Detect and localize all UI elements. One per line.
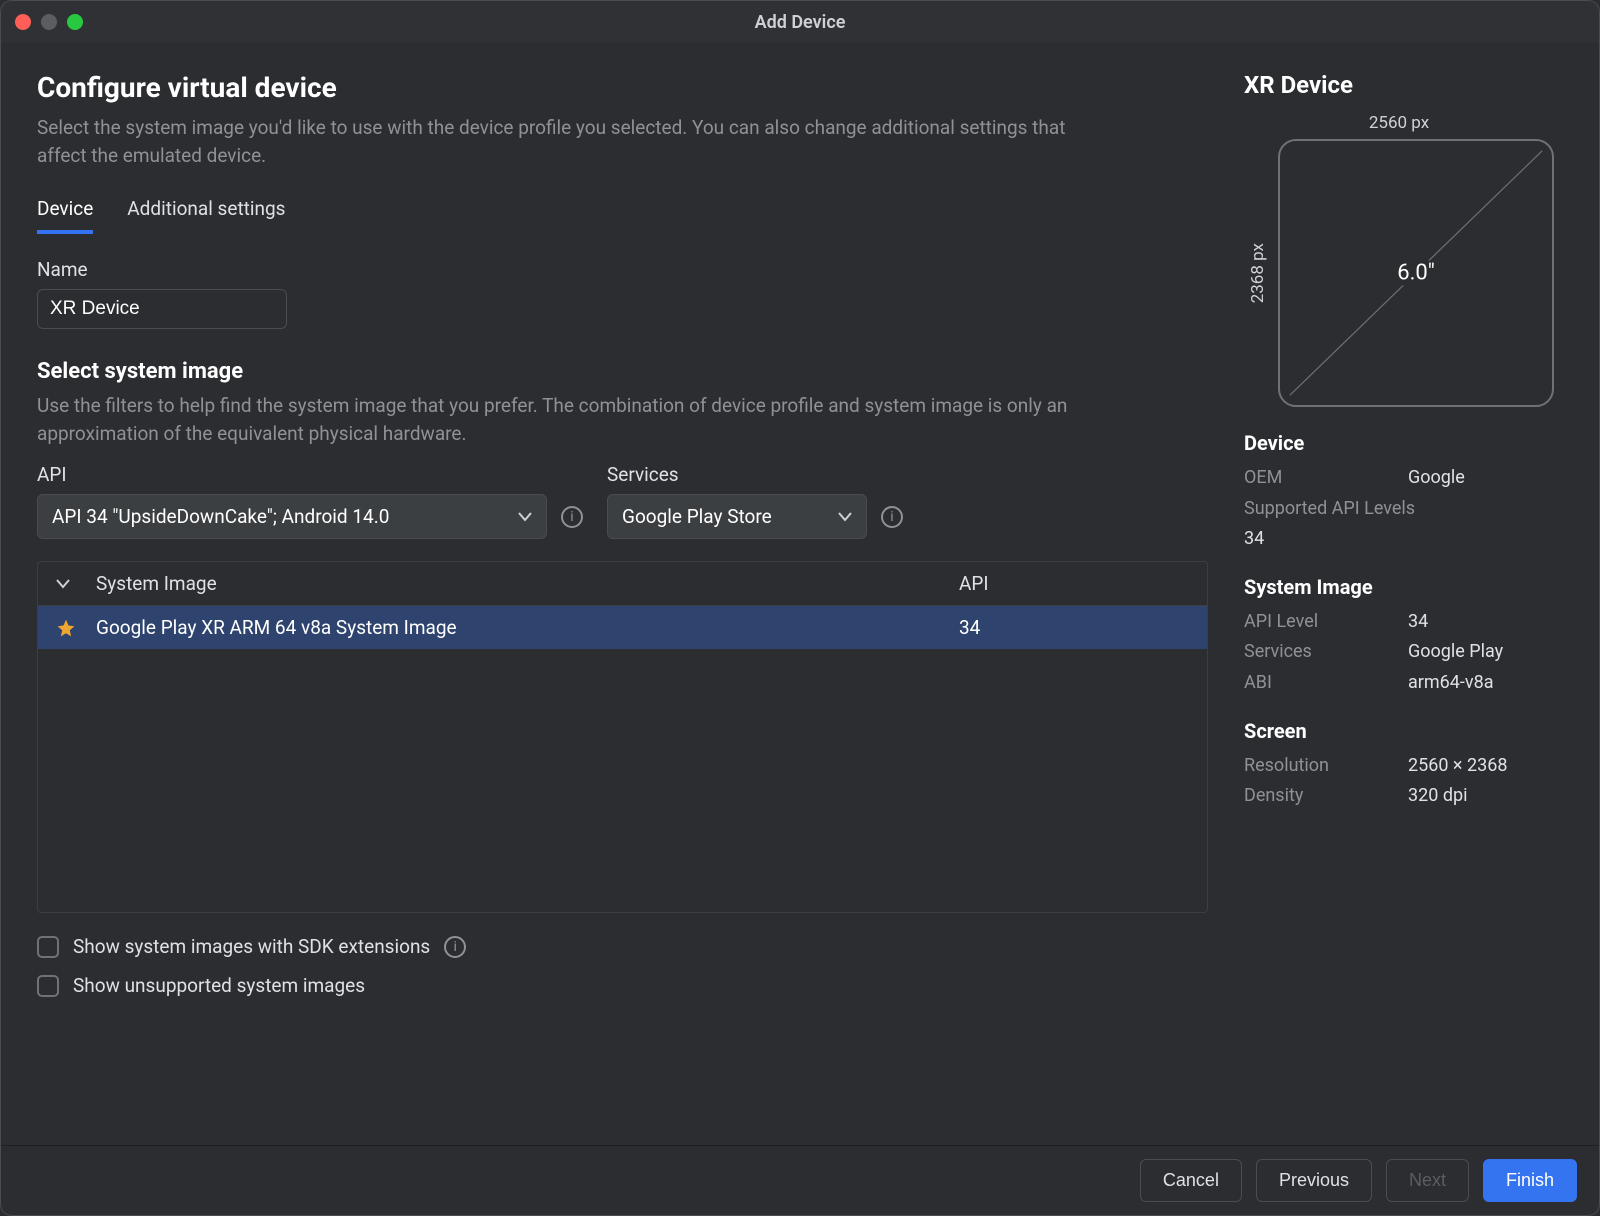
density-key: Density [1244, 781, 1408, 812]
services-key: Services [1244, 637, 1408, 668]
density-val: 320 dpi [1408, 781, 1467, 812]
sdk-extensions-row: Show system images with SDK extensions i [37, 935, 1208, 958]
filters-row: API API 34 "UpsideDownCake"; Android 14.… [37, 463, 1208, 539]
api-select[interactable]: API 34 "UpsideDownCake"; Android 14.0 [37, 494, 547, 539]
preview-height-label: 2368 px [1248, 243, 1268, 303]
show-sdk-extensions-checkbox[interactable] [37, 936, 59, 958]
chevron-down-icon [518, 512, 532, 522]
chevron-down-icon [838, 512, 852, 522]
table-header: System Image API [38, 562, 1207, 606]
device-heading: Device [1244, 431, 1567, 455]
expand-toggle[interactable] [56, 579, 96, 589]
chevron-down-icon [56, 579, 70, 589]
services-select[interactable]: Google Play Store [607, 494, 867, 539]
preview-width-label: 2560 px [1244, 113, 1554, 133]
resolution-key: Resolution [1244, 751, 1408, 782]
window-title: Add Device [1, 12, 1599, 33]
table-row[interactable]: Google Play XR ARM 64 v8a System Image 3… [38, 606, 1207, 649]
col-header-api[interactable]: API [959, 572, 1189, 595]
previous-button[interactable]: Previous [1256, 1159, 1372, 1202]
system-image-heading: System Image [1244, 575, 1567, 599]
api-select-value: API 34 "UpsideDownCake"; Android 14.0 [52, 505, 389, 528]
info-section: Device OEMGoogle Supported API Levels34 … [1244, 431, 1567, 812]
device-preview: 2560 px 2368 px 6.0" [1244, 113, 1554, 407]
show-unsupported-checkbox[interactable] [37, 975, 59, 997]
show-sdk-extensions-label: Show system images with SDK extensions [73, 935, 430, 958]
services-val: Google Play [1408, 637, 1503, 668]
body-area: Configure virtual device Select the syst… [1, 43, 1599, 1145]
preview-diagonal-label: 6.0" [1389, 261, 1443, 286]
row-name: Google Play XR ARM 64 v8a System Image [96, 616, 959, 639]
cancel-button[interactable]: Cancel [1140, 1159, 1242, 1202]
name-label: Name [37, 258, 1208, 281]
supported-api-key: Supported API Levels [1244, 494, 1567, 525]
tab-additional-settings[interactable]: Additional settings [127, 197, 285, 234]
api-filter-label: API [37, 463, 583, 486]
show-unsupported-label: Show unsupported system images [73, 974, 365, 997]
oem-val: Google [1408, 463, 1465, 494]
titlebar: Add Device [1, 1, 1599, 43]
services-filter-col: Services Google Play Store i [607, 463, 903, 539]
right-pane: XR Device 2560 px 2368 px 6.0" Device OE… [1244, 43, 1599, 1145]
resolution-val: 2560 × 2368 [1408, 751, 1507, 782]
abi-val: arm64-v8a [1408, 668, 1494, 699]
system-image-table: System Image API Google Play XR ARM 64 v… [37, 561, 1208, 913]
tab-device[interactable]: Device [37, 197, 93, 234]
supported-api-val: 34 [1244, 524, 1567, 555]
services-select-value: Google Play Store [622, 505, 772, 528]
api-level-key: API Level [1244, 607, 1408, 638]
window: Add Device Configure virtual device Sele… [0, 0, 1600, 1216]
left-pane: Configure virtual device Select the syst… [1, 43, 1244, 1145]
footer: Cancel Previous Next Finish [1, 1145, 1599, 1215]
name-input[interactable] [37, 289, 287, 329]
star-icon [56, 618, 96, 638]
finish-button[interactable]: Finish [1483, 1159, 1577, 1202]
col-header-system-image[interactable]: System Image [96, 572, 959, 595]
abi-key: ABI [1244, 668, 1408, 699]
sdk-extensions-info-icon[interactable]: i [444, 936, 466, 958]
services-info-icon[interactable]: i [881, 506, 903, 528]
unsupported-row: Show unsupported system images [37, 974, 1208, 997]
side-title: XR Device [1244, 71, 1567, 99]
next-button: Next [1386, 1159, 1469, 1202]
api-level-val: 34 [1408, 607, 1428, 638]
services-filter-label: Services [607, 463, 903, 486]
preview-screen-rect: 6.0" [1278, 139, 1554, 407]
api-info-icon[interactable]: i [561, 506, 583, 528]
screen-heading: Screen [1244, 719, 1567, 743]
page-description: Select the system image you'd like to us… [37, 114, 1097, 169]
row-api: 34 [959, 616, 1189, 639]
select-system-image-desc: Use the filters to help find the system … [37, 392, 1097, 447]
oem-key: OEM [1244, 463, 1408, 494]
api-filter-col: API API 34 "UpsideDownCake"; Android 14.… [37, 463, 583, 539]
select-system-image-title: Select system image [37, 359, 1208, 384]
tabs: Device Additional settings [37, 197, 1208, 234]
page-title: Configure virtual device [37, 71, 1208, 104]
